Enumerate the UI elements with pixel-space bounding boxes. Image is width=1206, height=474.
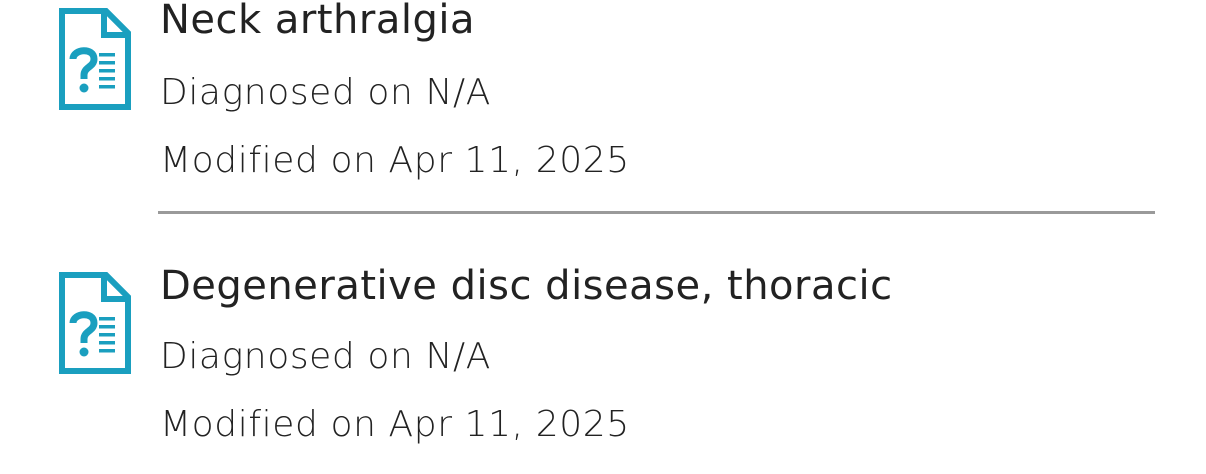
condition-item[interactable]: Degenerative disc disease, thoracic Diag… <box>0 262 1206 474</box>
diagnosed-date: Diagnosed on N/A <box>160 72 491 113</box>
condition-item[interactable]: Neck arthralgia Diagnosed on N/A Modifie… <box>0 0 1206 214</box>
modified-date: Modified on Apr 11, 2025 <box>160 404 630 445</box>
diagnosed-date: Diagnosed on N/A <box>160 336 491 377</box>
list-divider <box>158 211 1155 214</box>
modified-date: Modified on Apr 11, 2025 <box>160 140 630 181</box>
condition-title: Degenerative disc disease, thoracic <box>160 263 893 309</box>
diagnosis-document-icon <box>59 8 131 110</box>
condition-title: Neck arthralgia <box>160 0 475 43</box>
diagnosis-document-icon <box>59 272 131 374</box>
condition-list: Neck arthralgia Diagnosed on N/A Modifie… <box>0 0 1206 474</box>
